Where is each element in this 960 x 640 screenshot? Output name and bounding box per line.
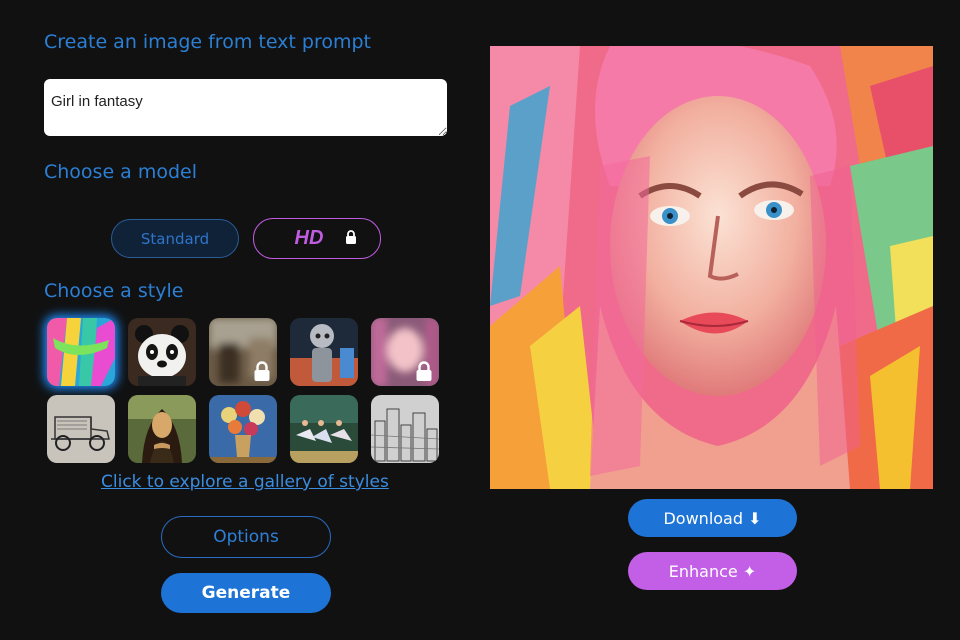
style-tile-blurred-portrait[interactable] [371,318,439,386]
ballerinas-thumbnail [290,395,358,463]
portrait-painting [490,46,933,489]
options-button[interactable]: Options [161,516,331,558]
style-tile-mona-lisa[interactable] [128,395,196,463]
generate-label: Generate [201,583,291,603]
style-tile-vintage-car-sketch[interactable] [47,395,115,463]
style-tile-blurred-photo[interactable] [209,318,277,386]
style-tile-city-sketch[interactable] [371,395,439,463]
create-heading: Create an image from text prompt [44,31,372,53]
model-heading: Choose a model [44,161,198,183]
standard-model-button[interactable]: Standard [111,219,239,258]
enhance-button[interactable]: Enhance ✦ [628,552,797,590]
enhance-label: Enhance ✦ [668,561,757,581]
style-tile-panda[interactable] [128,318,196,386]
lock-icon [416,361,432,381]
style-gallery-link[interactable]: Click to explore a gallery of styles [101,472,389,492]
mona-lisa-thumbnail [128,395,196,463]
download-button[interactable]: Download ⬇ [628,499,797,537]
generated-image [490,46,933,489]
lock-icon [345,229,357,248]
prompt-input[interactable] [44,79,447,136]
style-tile-abstract-paint[interactable] [47,318,115,386]
generate-button[interactable]: Generate [161,573,331,613]
style-tile-robot[interactable] [290,318,358,386]
vintage-car-sketch-thumbnail [47,395,115,463]
download-label: Download ⬇ [663,508,762,528]
options-label: Options [213,527,279,547]
hd-model-label: HD [294,227,324,249]
city-sketch-thumbnail [371,395,439,463]
lock-icon [254,361,270,381]
style-tile-ballerinas[interactable] [290,395,358,463]
flower-vase-thumbnail [209,395,277,463]
robot-thumbnail [290,318,358,386]
abstract-paint-thumbnail [47,318,115,386]
panda-thumbnail [128,318,196,386]
standard-model-label: Standard [140,229,210,248]
style-heading: Choose a style [44,280,184,302]
hd-model-button[interactable]: HD [253,218,381,259]
style-tile-flower-vase[interactable] [209,395,277,463]
